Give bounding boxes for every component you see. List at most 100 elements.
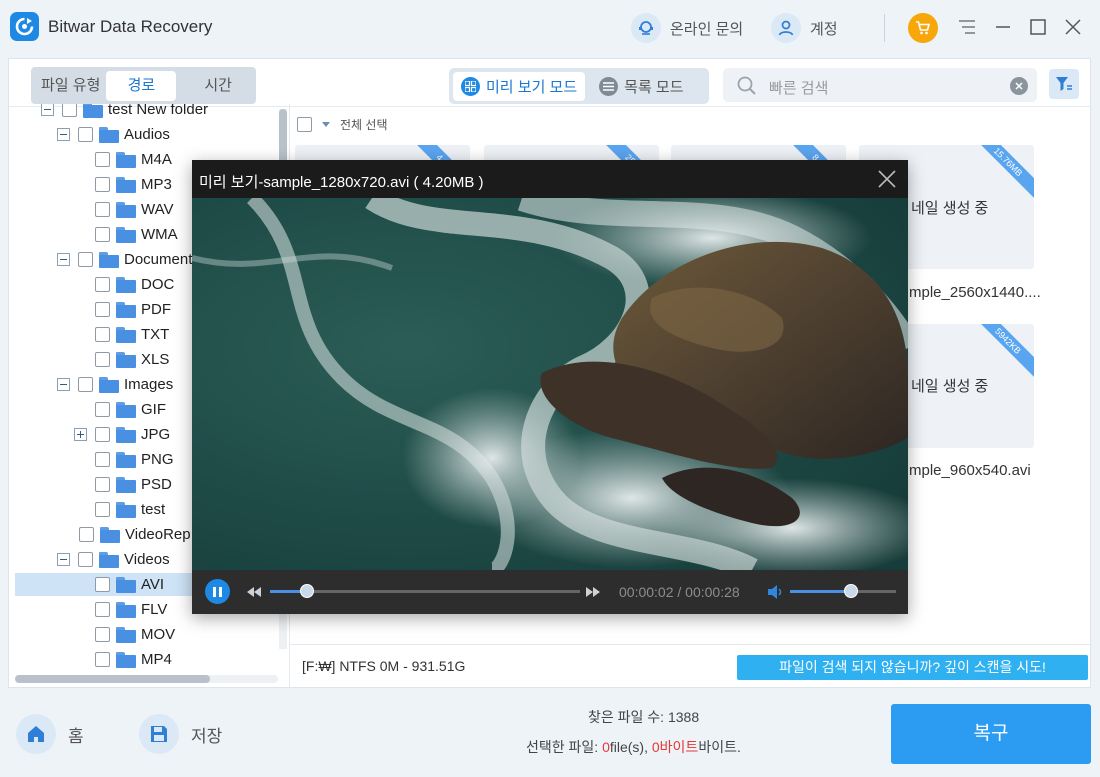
size-badge: 15.76MB [969,145,1034,201]
checkbox[interactable] [78,377,93,392]
cart-icon[interactable] [908,13,938,43]
folder-icon [116,451,136,468]
tree-label: MOV [141,626,176,643]
checkbox[interactable] [95,402,110,417]
clear-search-icon[interactable] [1010,77,1028,95]
tree-item-mov[interactable]: MOV [95,623,175,646]
folder-icon [116,626,136,643]
tree-item-psd[interactable]: PSD [95,473,172,496]
tree-item-m4a[interactable]: M4A [95,148,172,171]
tree-label: WAV [141,201,174,218]
tree-item-pdf[interactable]: PDF [95,298,171,321]
deep-scan-button[interactable]: 파일이 검색 되지 않습니까? 깊이 스캔을 시도! [737,655,1088,680]
tree-item-gif[interactable]: GIF [95,398,166,421]
tab-path[interactable]: 경로 [106,70,177,101]
folder-icon [83,104,103,118]
maximize-icon[interactable] [1027,16,1049,38]
close-icon[interactable] [1062,16,1084,38]
checkbox[interactable] [95,302,110,317]
tree-label: Document [124,251,193,268]
tree-item-root[interactable]: test New folder [41,104,208,121]
checkbox[interactable] [62,104,77,117]
tree-item-wma[interactable]: WMA [95,223,178,246]
menu-icon[interactable] [956,16,978,38]
dropdown-arrow-icon[interactable] [322,122,330,127]
checkbox[interactable] [78,127,93,142]
checkbox[interactable] [95,477,110,492]
volume-slider[interactable] [790,590,896,593]
folder-icon [116,476,136,493]
tree-item-videos[interactable]: Videos [57,548,170,571]
seek-bar[interactable] [270,590,580,593]
folder-icon [116,601,136,618]
account-button[interactable]: 계정 [771,13,838,43]
list-mode-button[interactable]: 목록 모드 [591,72,691,101]
search-input[interactable]: 빠른 검색 [723,68,1037,102]
tree-item-png[interactable]: PNG [95,448,174,471]
tab-file-type[interactable]: 파일 유형 [35,71,106,101]
tree-item-mp4[interactable]: MP4 [95,648,172,671]
checkbox[interactable] [78,252,93,267]
checkbox[interactable] [95,152,110,167]
collapse-icon[interactable] [57,253,70,266]
recover-button[interactable]: 복구 [891,704,1091,764]
tree-item-documents[interactable]: Document [57,248,192,271]
tree-item-txt[interactable]: TXT [95,323,169,346]
checkbox[interactable] [79,527,94,542]
checkbox[interactable] [95,502,110,517]
checkbox[interactable] [95,202,110,217]
tree-item-jpg[interactable]: JPG [74,423,170,446]
view-tabs: 파일 유형 경로 시간 [31,67,256,104]
checkbox[interactable] [95,452,110,467]
video-frame[interactable] [192,198,908,570]
collapse-icon[interactable] [41,104,54,116]
collapse-icon[interactable] [57,553,70,566]
checkbox[interactable] [95,427,110,442]
checkbox[interactable] [95,602,110,617]
minimize-icon[interactable] [992,16,1014,38]
tree-item-mp3[interactable]: MP3 [95,173,172,196]
tree-item-doc[interactable]: DOC [95,273,174,296]
tree-horizontal-scrollbar[interactable] [15,675,278,683]
tree-item-videorep[interactable]: VideoRep [79,523,191,546]
tree-item-wav[interactable]: WAV [95,198,174,221]
tree-item-audios[interactable]: Audios [57,123,170,146]
volume-icon[interactable] [768,585,784,599]
checkbox[interactable] [78,552,93,567]
save-button[interactable]: 저장 [139,714,222,754]
checkbox[interactable] [95,652,110,667]
collapse-icon[interactable] [57,378,70,391]
folder-icon [116,276,136,293]
checkbox[interactable] [95,627,110,642]
tree-item-test[interactable]: test [95,498,165,521]
selected-count: 0 [602,739,610,755]
tree-item-images[interactable]: Images [57,373,173,396]
close-icon[interactable] [876,168,898,190]
expand-icon[interactable] [74,428,87,441]
checkbox[interactable] [95,352,110,367]
tree-item-xls[interactable]: XLS [95,348,169,371]
filter-icon[interactable] [1049,69,1079,99]
select-all[interactable]: 전체 선택 [297,116,388,133]
folder-icon [116,301,136,318]
scroll-thumb[interactable] [15,675,210,683]
rewind-icon[interactable] [247,587,261,597]
pause-button[interactable] [205,579,230,604]
select-all-checkbox[interactable] [297,117,312,132]
tab-time[interactable]: 시간 [198,71,238,101]
home-button[interactable]: 홈 [16,714,84,754]
checkbox[interactable] [95,327,110,342]
tree-label: AVI [141,576,165,593]
collapse-icon[interactable] [57,128,70,141]
checkbox[interactable] [95,577,110,592]
folder-icon [100,526,120,543]
preview-mode-button[interactable]: 미리 보기 모드 [453,71,586,101]
checkbox[interactable] [95,177,110,192]
checkbox[interactable] [95,277,110,292]
online-inquiry-button[interactable]: 온라인 문의 [631,13,743,43]
grid-icon [461,76,480,96]
file-name: mple_960x540.avi [909,462,1031,479]
forward-icon[interactable] [586,587,600,597]
checkbox[interactable] [95,227,110,242]
tree-item-flv[interactable]: FLV [95,598,167,621]
